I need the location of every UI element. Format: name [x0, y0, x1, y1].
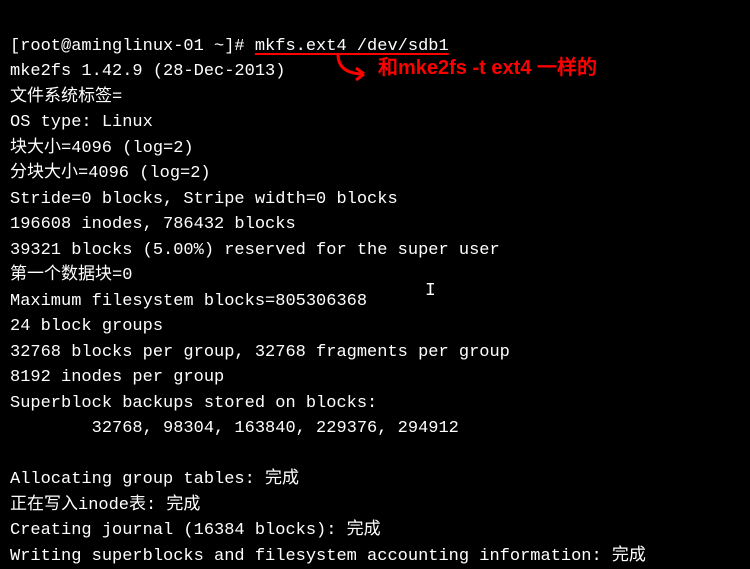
output-line: 块大小=4096 (log=2) [10, 139, 194, 158]
output-line: 39321 blocks (5.00%) reserved for the su… [10, 241, 500, 260]
output-line: Allocating group tables: 完成 [10, 470, 299, 489]
output-line: Maximum filesystem blocks=805306368 [10, 292, 367, 311]
output-line: 196608 inodes, 786432 blocks [10, 215, 296, 234]
output-line: 分块大小=4096 (log=2) [10, 164, 211, 183]
annotation-note: 和mke2fs -t ext4 一样的 [330, 52, 597, 84]
output-line: Superblock backups stored on blocks: [10, 394, 377, 413]
output-line: 文件系统标签= [10, 88, 122, 107]
output-line: mke2fs 1.42.9 (28-Dec-2013) [10, 62, 285, 81]
output-line: 正在写入inode表: 完成 [10, 496, 200, 515]
annotation-text: 和mke2fs -t ext4 一样的 [378, 53, 597, 83]
output-line: 第一个数据块=0 [10, 266, 132, 285]
output-line: 32768 blocks per group, 32768 fragments … [10, 343, 510, 362]
output-line: Writing superblocks and filesystem accou… [10, 547, 646, 566]
output-line: Creating journal (16384 blocks): 完成 [10, 521, 381, 540]
output-line: Stride=0 blocks, Stripe width=0 blocks [10, 190, 398, 209]
output-line: 32768, 98304, 163840, 229376, 294912 [10, 419, 459, 438]
output-line: 24 block groups [10, 317, 163, 336]
shell-prompt: [root@aminglinux-01 ~]# [10, 37, 255, 56]
terminal-output: [root@aminglinux-01 ~]# mkfs.ext4 /dev/s… [10, 8, 740, 569]
text-cursor-icon: I [425, 278, 436, 305]
output-line: OS type: Linux [10, 113, 153, 132]
output-line: 8192 inodes per group [10, 368, 224, 387]
arrow-icon [330, 52, 374, 84]
